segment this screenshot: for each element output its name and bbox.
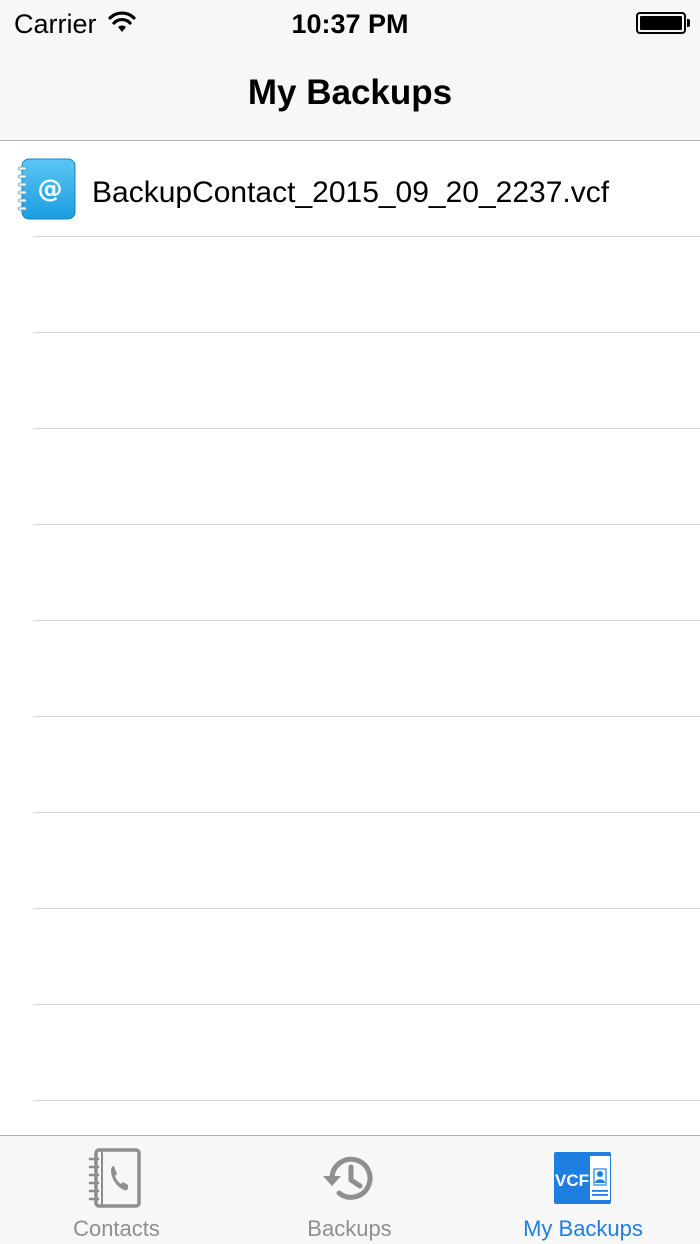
backups-table[interactable]: @ BackupContact_2015_09_20_2237.vcf <box>0 141 700 1135</box>
contacts-book-icon <box>88 1148 141 1208</box>
tab-contacts[interactable]: Contacts <box>0 1136 233 1244</box>
vcf-file-icon: VCF <box>554 1152 611 1204</box>
tab-label-contacts: Contacts <box>73 1216 160 1241</box>
empty-row <box>33 621 700 717</box>
tab-backups[interactable]: Backups <box>233 1136 466 1244</box>
svg-text:VCF: VCF <box>555 1171 589 1190</box>
address-book-icon: @ <box>18 158 76 220</box>
battery-fill <box>640 16 682 30</box>
empty-row <box>33 717 700 813</box>
navigation-bar: My Backups <box>0 48 700 141</box>
empty-row <box>33 1101 700 1135</box>
backup-file-name: BackupContact_2015_09_20_2237.vcf <box>92 176 610 209</box>
svg-text:@: @ <box>38 174 63 203</box>
history-icon <box>322 1156 372 1200</box>
status-bar: Carrier 10:37 PM <box>0 0 700 48</box>
empty-row <box>33 333 700 429</box>
tab-my-backups[interactable]: VCF My Backups <box>466 1136 700 1244</box>
empty-row <box>33 813 700 909</box>
empty-row <box>33 525 700 621</box>
empty-row <box>33 909 700 1005</box>
backup-file-row[interactable]: @ BackupContact_2015_09_20_2237.vcf <box>0 141 700 237</box>
battery-icon <box>636 12 690 34</box>
tab-label-backups: Backups <box>307 1216 392 1241</box>
empty-row <box>33 237 700 333</box>
status-time: 10:37 PM <box>291 9 409 39</box>
empty-row <box>33 429 700 525</box>
empty-row <box>33 1005 700 1101</box>
tab-label-my-backups: My Backups <box>523 1216 643 1241</box>
tab-bar: Contacts Backups VCF My Backups <box>0 1135 700 1244</box>
page-title: My Backups <box>247 73 453 112</box>
